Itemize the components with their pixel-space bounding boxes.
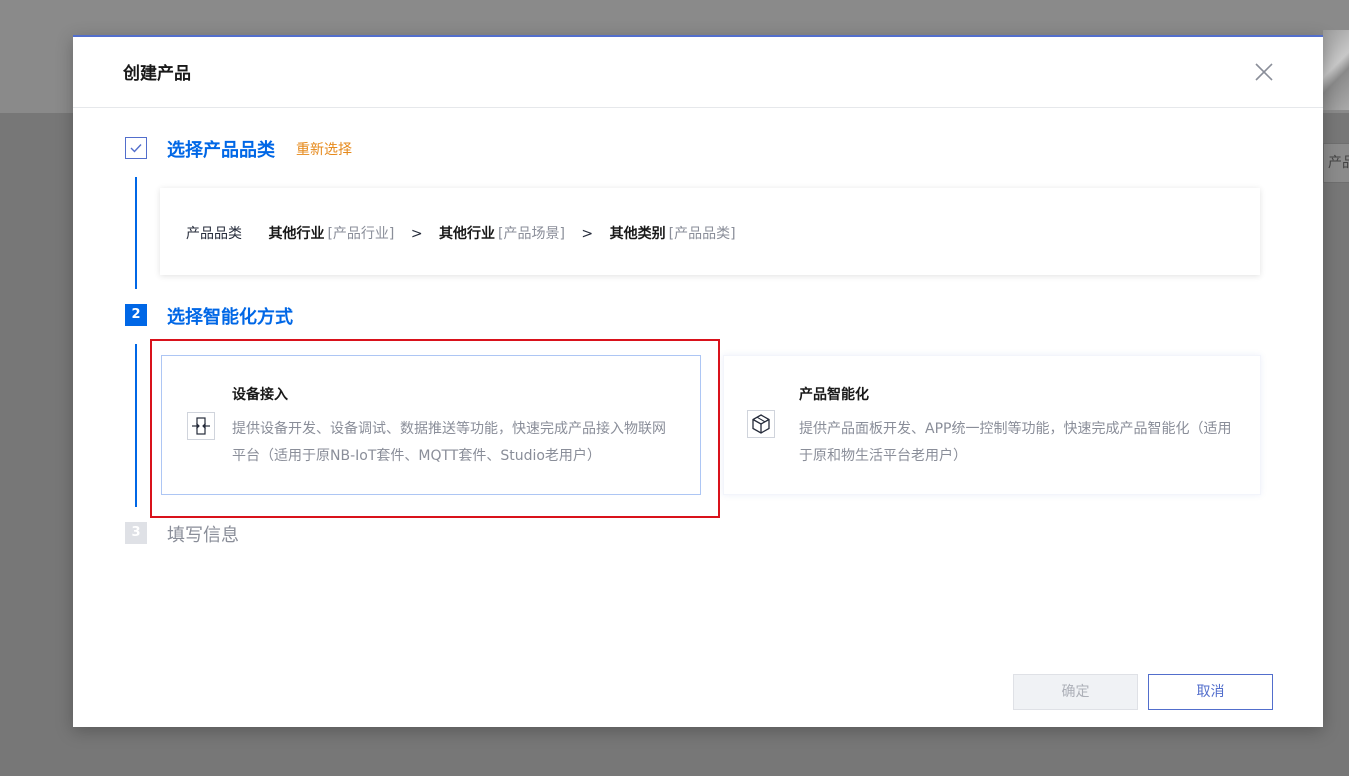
background-tab[interactable]: 产品 [1323,143,1349,183]
confirm-button[interactable]: 确定 [1013,674,1138,710]
dialog-header: 创建产品 [73,37,1323,108]
reselect-link[interactable]: 重新选择 [296,139,352,159]
category-scene: 其他行业 [439,226,496,242]
category-path: 产品品类 其他行业 [产品行业] > 其他行业 [产品场景] > 其他类别 [产品品类… [186,223,736,243]
step-1-check-icon [125,137,147,159]
create-product-dialog: 创建产品 选择产品品类 重新选择 产品品类 其他行业 [产品行业] > 其他行业[… [73,35,1323,727]
category-label: 产品品类 [186,226,242,242]
option-device-access-title: 设备接入 [232,387,288,403]
category-type: 其他类别 [609,226,666,242]
option-device-access-description: 提供设备开发、设备调试、数据推送等功能，快速完成产品接入物联网平台（适用于原NB… [232,421,666,464]
device-access-icon [187,412,215,440]
background-decoration [1323,30,1349,110]
category-separator: > [581,226,594,242]
step-1-title: 选择产品品类 [167,140,275,161]
category-separator: > [410,226,423,242]
dialog-title: 创建产品 [123,64,191,84]
option-product-smart-card[interactable]: 产品智能化 提供产品面板开发、APP统一控制等功能，快速完成产品智能化（适用于原… [723,355,1261,495]
category-summary-card: 产品品类 其他行业 [产品行业] > 其他行业 [产品场景] > 其他类别 [产品品类… [160,188,1260,275]
category-industry: 其他行业 [268,226,325,242]
step-3-title: 填写信息 [167,525,239,546]
step-2-title: 选择智能化方式 [167,307,293,328]
category-scene-hint: [产品场景] [498,226,565,242]
category-type-hint: [产品品类] [668,226,736,242]
category-industry-hint: [产品行业] [327,226,395,242]
option-product-smart-description: 提供产品面板开发、APP统一控制等功能，快速完成产品智能化（适用于原和物生活平台… [799,421,1232,464]
option-product-smart-title: 产品智能化 [799,387,869,403]
step-1-connector [135,177,137,289]
step-3-number: 3 [125,522,147,544]
option-device-access-card[interactable]: 设备接入 提供设备开发、设备调试、数据推送等功能，快速完成产品接入物联网平台（适… [161,355,701,495]
step-2-connector [135,344,137,507]
close-icon[interactable] [1253,61,1275,83]
cancel-button[interactable]: 取消 [1148,674,1273,710]
cube-icon [747,410,775,438]
step-2-number: 2 [125,304,147,326]
